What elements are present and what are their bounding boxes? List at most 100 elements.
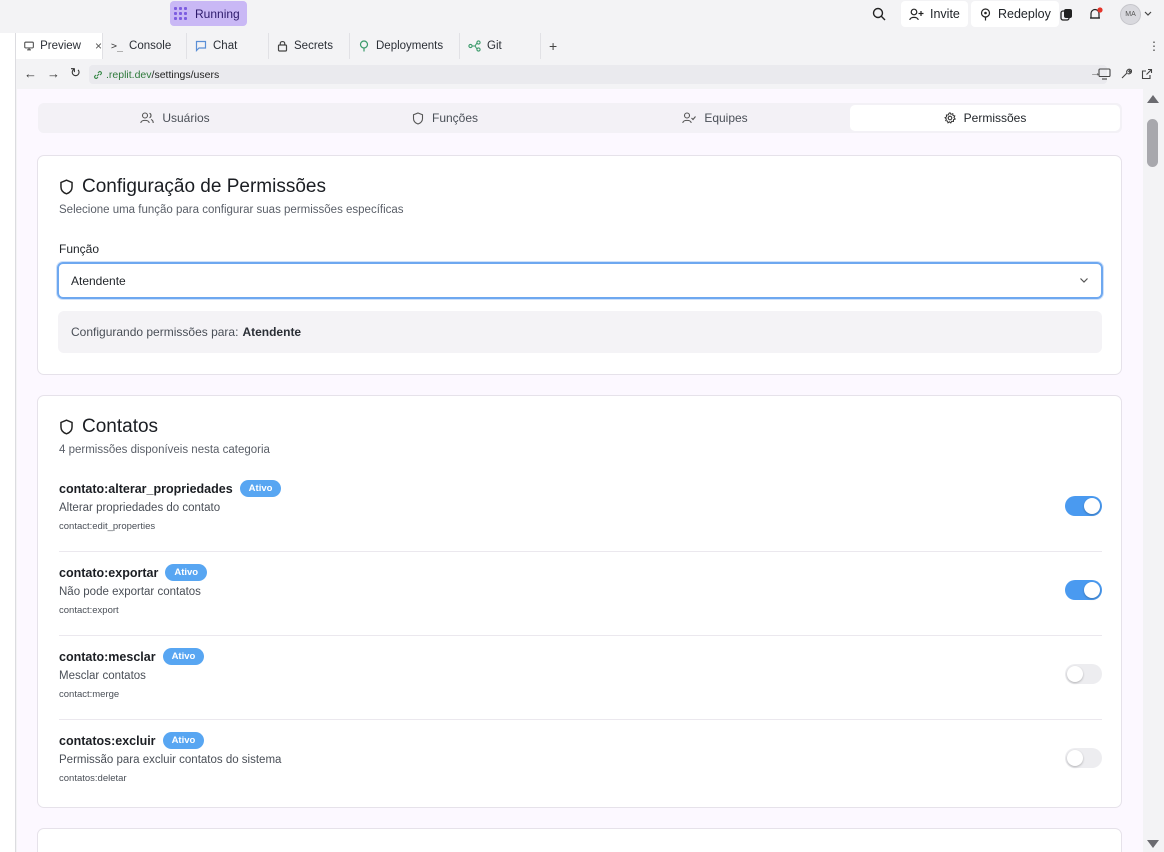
gear-icon: [943, 112, 956, 124]
scroll-thumb[interactable]: [1147, 119, 1158, 167]
funcao-label: Função: [59, 242, 100, 256]
permission-toggle[interactable]: [1065, 496, 1102, 516]
tab-secrets[interactable]: Secrets: [269, 33, 350, 59]
info-value: Atendente: [242, 325, 302, 339]
info-prefix: Configurando permissões para:: [71, 325, 239, 339]
permission-row: contato:mesclar Ativo Mesclar contatos c…: [59, 636, 1102, 720]
tab-funcoes[interactable]: Funções: [310, 105, 580, 131]
running-status[interactable]: Running: [170, 1, 247, 26]
permission-description: Alterar propriedades do contato: [59, 502, 221, 514]
permission-row: contato:alterar_propriedades Ativo Alter…: [59, 468, 1102, 552]
tab-preview[interactable]: Preview ×: [16, 33, 103, 59]
contatos-title-text: Contatos: [82, 416, 159, 437]
tab-label: Funções: [431, 111, 479, 125]
tab-git[interactable]: Git: [460, 33, 541, 59]
permission-key: contact:merge: [59, 689, 120, 700]
config-info-box: Configurando permissões para: Atendente: [58, 311, 1102, 353]
link-icon: [94, 70, 102, 79]
permission-toggle[interactable]: [1065, 748, 1102, 768]
contatos-title: Contatos: [59, 416, 158, 438]
scroll-down-icon[interactable]: [1147, 840, 1159, 848]
plus-icon: +: [549, 38, 558, 54]
reload-icon[interactable]: ↻: [70, 65, 81, 81]
permission-toggle[interactable]: [1065, 580, 1102, 600]
invite-button[interactable]: Invite: [901, 1, 968, 27]
account-menu[interactable]: MA: [1120, 1, 1152, 27]
permission-title: contato:mesclar: [59, 649, 156, 664]
tab-console[interactable]: >_ Console: [103, 33, 187, 59]
grid-icon: [174, 6, 188, 21]
permission-description: Mesclar contatos: [59, 670, 146, 682]
permission-toggle[interactable]: [1065, 664, 1102, 684]
notifications-button[interactable]: [1088, 1, 1104, 27]
git-icon: [468, 40, 481, 52]
scroll-up-icon[interactable]: [1147, 95, 1159, 103]
config-title: Configuração de Permissões: [59, 176, 326, 198]
permissions-config-card: Configuração de Permissões Selecione uma…: [37, 155, 1122, 375]
wrench-icon[interactable]: [1120, 68, 1132, 80]
next-category-card: [37, 828, 1122, 852]
shield-icon: [60, 179, 73, 195]
layers-icon: [1060, 8, 1072, 21]
settings-tabs: Usuários Funções Equipes Permissões: [38, 103, 1122, 133]
toggle-knob: [1084, 582, 1100, 598]
shield-icon: [412, 111, 424, 125]
redeploy-label: Redeploy: [998, 7, 1051, 21]
permission-description: Não pode exportar contatos: [59, 586, 201, 598]
monitor-icon: [24, 41, 34, 51]
permission-key: contatos:deletar: [59, 773, 127, 784]
permission-row: contato:exportar Ativo Não pode exportar…: [59, 552, 1102, 636]
permission-row: contatos:excluir Ativo Permissão para ex…: [59, 720, 1102, 804]
external-link-icon[interactable]: [1141, 68, 1153, 80]
page-scrollbar[interactable]: [1143, 89, 1164, 852]
more-vertical-icon: ⋮: [1148, 39, 1160, 53]
redeploy-button[interactable]: Redeploy: [971, 1, 1059, 27]
tab-label: Chat: [213, 40, 238, 52]
status-badge: Ativo: [162, 648, 205, 665]
permission-name: contato:mesclar Ativo: [59, 648, 205, 665]
toggle-knob: [1067, 750, 1083, 766]
devtools-icon[interactable]: [1098, 68, 1111, 80]
back-icon[interactable]: ←: [24, 66, 37, 81]
shield-icon: [60, 419, 73, 435]
left-panel-edge: [0, 33, 16, 852]
chevron-down-icon: [1080, 278, 1088, 283]
url-field[interactable]: .replit.dev/settings/users →: [89, 65, 1107, 84]
toggle-knob: [1084, 498, 1100, 514]
tab-deployments[interactable]: Deployments: [350, 33, 460, 59]
add-user-icon: [909, 8, 924, 20]
search-button[interactable]: [872, 1, 892, 27]
terminal-icon: >_: [111, 40, 124, 52]
permission-title: contato:exportar: [59, 565, 159, 580]
funcao-select-value: Atendente: [71, 273, 126, 288]
tab-label: Secrets: [294, 40, 333, 52]
chevron-down-icon: [1144, 11, 1152, 16]
running-label: Running: [195, 6, 240, 21]
lock-icon: [277, 40, 288, 52]
workspace-tabs: Preview × >_ Console Chat Secrets Deploy…: [16, 33, 1164, 59]
tab-label: Deployments: [376, 40, 444, 52]
tab-usuarios[interactable]: Usuários: [40, 105, 310, 131]
permission-name: contatos:excluir Ativo: [59, 732, 205, 749]
permission-key: contact:edit_properties: [59, 521, 156, 532]
tab-chat[interactable]: Chat: [187, 33, 269, 59]
tabs-menu-button[interactable]: ⋮: [1140, 33, 1160, 59]
url-path: /settings/users: [151, 68, 220, 81]
funcao-select[interactable]: Atendente: [57, 262, 1103, 299]
tab-permissoes[interactable]: Permissões: [850, 105, 1120, 131]
tab-equipes[interactable]: Equipes: [580, 105, 850, 131]
preview-viewport: Usuários Funções Equipes Permissões Conf…: [17, 89, 1143, 852]
config-title-text: Configuração de Permissões: [82, 176, 326, 197]
permission-name: contato:alterar_propriedades Ativo: [59, 480, 282, 497]
search-icon: [872, 7, 886, 21]
close-icon[interactable]: ×: [95, 39, 102, 53]
status-badge: Ativo: [239, 480, 282, 497]
tab-label: Console: [129, 40, 172, 52]
permission-name: contato:exportar Ativo: [59, 564, 208, 581]
forward-icon[interactable]: →: [47, 66, 60, 81]
add-tab-button[interactable]: +: [541, 33, 571, 59]
url-domain: .replit.dev: [106, 68, 152, 81]
window-switch-button[interactable]: [1060, 1, 1076, 27]
tab-label: Git: [487, 40, 502, 52]
avatar: MA: [1120, 3, 1141, 25]
